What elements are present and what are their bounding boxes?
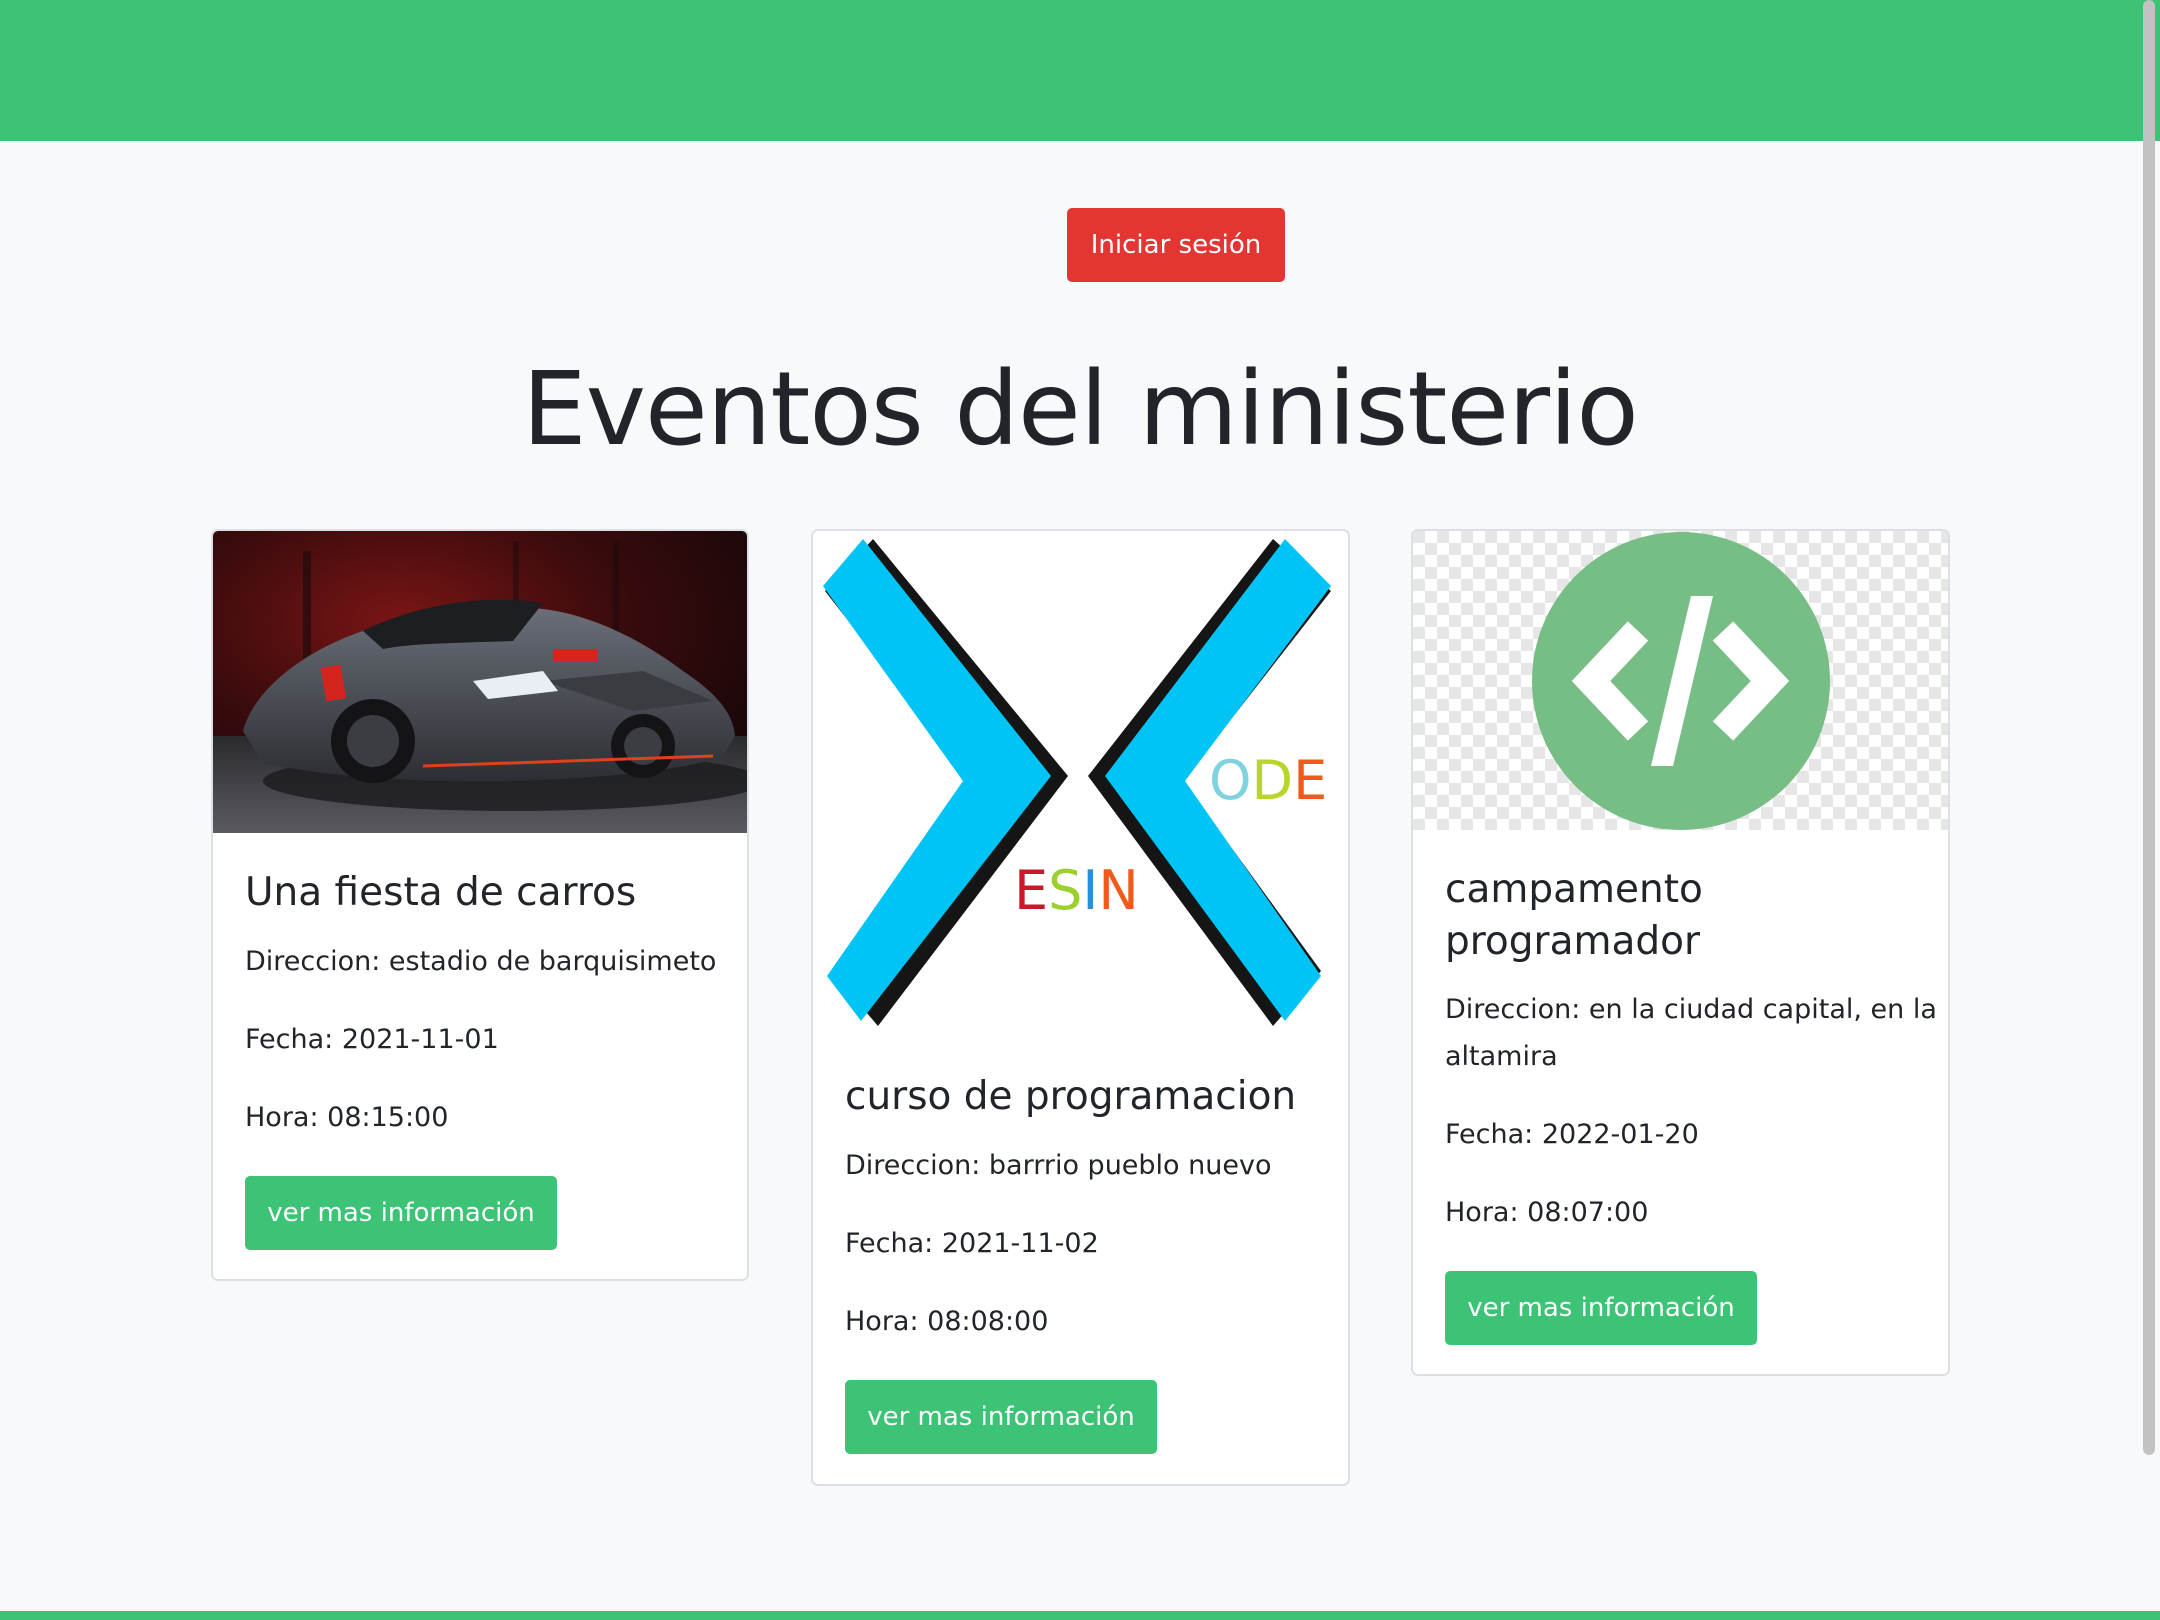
event-time: Hora: 08:07:00 bbox=[1445, 1197, 1649, 1228]
event-card: campamento programador Direccion: en la … bbox=[1411, 529, 1950, 1376]
event-address: Direccion: estadio de barquisimeto bbox=[245, 946, 717, 977]
event-time: Hora: 08:08:00 bbox=[845, 1306, 1049, 1337]
event-date: Fecha: 2022-01-20 bbox=[1445, 1119, 1699, 1150]
event-time: Hora: 08:15:00 bbox=[245, 1102, 449, 1133]
login-button[interactable]: Iniciar sesión bbox=[1067, 208, 1285, 282]
event-title: Una fiesta de carros bbox=[245, 870, 637, 915]
more-info-button[interactable]: ver mas información bbox=[845, 1380, 1157, 1454]
logo-text-right: ODE bbox=[1209, 749, 1327, 812]
more-info-button[interactable]: ver mas información bbox=[1445, 1271, 1757, 1345]
event-date: Fecha: 2021-11-02 bbox=[845, 1228, 1099, 1259]
event-address: Direccion: barrrio pueblo nuevo bbox=[845, 1150, 1272, 1181]
event-address-line2: altamira bbox=[1445, 1041, 1558, 1072]
event-title-line2: programador bbox=[1445, 919, 1701, 964]
event-card: ESIN ODE curso de programacion Direccion… bbox=[811, 529, 1350, 1486]
event-title: curso de programacion bbox=[845, 1074, 1297, 1119]
footer-bar bbox=[0, 1611, 2160, 1620]
event-address: Direccion: en la ciudad capital, en la bbox=[1445, 994, 1937, 1025]
top-navbar bbox=[0, 0, 2160, 141]
code-icon-image bbox=[1413, 531, 1948, 830]
more-info-button[interactable]: ver mas información bbox=[245, 1176, 557, 1250]
scrollbar[interactable] bbox=[2136, 0, 2160, 1620]
sports-car-image bbox=[213, 531, 747, 833]
event-date: Fecha: 2021-11-01 bbox=[245, 1024, 499, 1055]
logo-text-left: ESIN bbox=[1014, 859, 1139, 922]
design-code-logo-image: ESIN ODE bbox=[813, 531, 1348, 1031]
page-title: Eventos del ministerio bbox=[522, 350, 1639, 469]
event-title: campamento bbox=[1445, 867, 1703, 912]
scrollbar-thumb[interactable] bbox=[2143, 0, 2155, 1455]
event-card: Una fiesta de carros Direccion: estadio … bbox=[211, 529, 749, 1281]
